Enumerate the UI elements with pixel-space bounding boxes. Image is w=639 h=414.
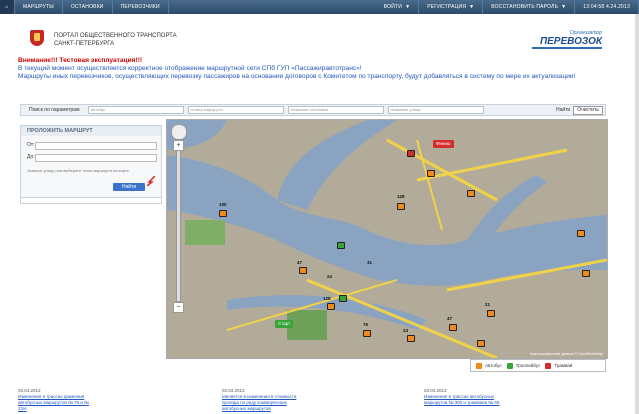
nav-carriers[interactable]: ПЕРЕВОЗЧИКИ <box>113 0 169 14</box>
nav-register-label: РЕГИСТРАЦИЯ <box>427 4 467 10</box>
portal-title-line1: ПОРТАЛ ОБЩЕСТВЕННОГО ТРАНСПОРТА <box>54 33 177 39</box>
coat-of-arms-icon <box>30 30 44 46</box>
bus-stop-marker[interactable] <box>407 335 415 342</box>
bus-stop-marker[interactable] <box>582 270 590 277</box>
bus-stop-marker[interactable] <box>219 210 227 217</box>
tram-stop-marker[interactable] <box>407 150 415 157</box>
city-map[interactable]: + − Финиш Старт 128 100 47 24 31 128 76 … <box>166 119 608 359</box>
nav-clock: 13:04:58 4.24.2013 <box>575 0 639 14</box>
from-input[interactable] <box>35 142 157 150</box>
bus-stop-marker[interactable] <box>427 170 435 177</box>
news-link[interactable]: Изменения в трассах автобусных маршрутов… <box>424 394 504 406</box>
route-planner-title: ПРОЛОЖИТЬ МАРШРУТ <box>21 126 161 136</box>
nav-login[interactable]: ВОЙТИ ▼ <box>376 0 420 14</box>
start-marker[interactable]: Старт <box>275 320 294 328</box>
legend-bus-label: Автобус <box>485 363 502 368</box>
bus-stop-marker[interactable] <box>327 303 335 310</box>
news-link[interactable]: Изменения в трассах движения автобусных … <box>18 394 98 412</box>
legend-tram-label: Трамвай <box>554 363 573 368</box>
legend-tram[interactable]: Трамвай <box>545 362 573 369</box>
notice-line-2: Маршруты иных перевозчиков, осуществляющ… <box>18 73 576 81</box>
map-legend: Автобус Троллейбус Трамвай <box>470 359 606 372</box>
portal-title: ПОРТАЛ ОБЩЕСТВЕННОГО ТРАНСПОРТА САНКТ-ПЕ… <box>54 32 177 48</box>
street-name-input[interactable]: Название улицы <box>387 106 484 114</box>
route-label: 100 <box>219 202 227 207</box>
route-label: 128 <box>397 194 405 199</box>
from-label: От: <box>27 142 35 148</box>
route-label: 24 <box>403 328 409 333</box>
route-label: 76 <box>363 322 369 327</box>
chevron-down-icon: ▼ <box>561 4 567 10</box>
to-label: До: <box>27 154 35 160</box>
bus-stop-marker[interactable] <box>397 203 405 210</box>
bus-stop-marker[interactable] <box>299 267 307 274</box>
tram-icon <box>545 362 552 369</box>
nav-restore-label: ВОССТАНОВИТЬ ПАРОЛЬ <box>491 4 559 10</box>
home-icon[interactable]: ⌂ <box>0 0 15 14</box>
zoom-slider[interactable] <box>176 150 181 302</box>
route-label: 31 <box>367 260 373 265</box>
route-planner-panel: ПРОЛОЖИТЬ МАРШРУТ От: До: Укажите улицу … <box>20 125 162 201</box>
news-item: 03.04.2013 Изменения в трассах движения … <box>18 388 98 412</box>
stop-name-input[interactable]: Название остановки <box>287 106 384 114</box>
carrier-organizer-logo[interactable]: Организатор ПЕРЕВОЗОК <box>532 30 602 52</box>
route-number-input[interactable]: Номер маршрута <box>187 106 284 114</box>
legend-trolleybus-label: Троллейбус <box>515 363 541 368</box>
route-label: 21 <box>485 302 491 307</box>
legend-trolleybus[interactable]: Троллейбус <box>506 362 541 369</box>
bus-stop-marker[interactable] <box>477 340 485 347</box>
zoom-out-button[interactable]: − <box>173 302 184 313</box>
chevron-down-icon: ▼ <box>469 4 475 10</box>
clear-button[interactable]: Очистить <box>573 105 603 115</box>
find-button[interactable]: Найти <box>553 107 573 113</box>
bus-stop-marker[interactable] <box>449 324 457 331</box>
transport-type-select[interactable]: Автобус <box>87 106 184 114</box>
test-notice: Внимание!!! Тестовая эксплуатация!!! В т… <box>18 57 618 82</box>
route-label: 47 <box>297 260 303 265</box>
nav-routes[interactable]: МАРШРУТЫ <box>15 0 63 14</box>
route-label: 24 <box>327 274 333 279</box>
nav-restore-password[interactable]: ВОССТАНОВИТЬ ПАРОЛЬ ▼ <box>483 0 576 14</box>
chevron-down-icon: ▼ <box>405 4 411 10</box>
nav-register[interactable]: РЕГИСТРАЦИЯ ▼ <box>419 0 484 14</box>
portal-title-line2: САНКТ-ПЕТЕРБУРГА <box>54 41 115 47</box>
map-background <box>167 120 607 358</box>
to-input[interactable] <box>35 154 157 162</box>
legend-bus[interactable]: Автобус <box>476 362 502 369</box>
warning-text: Внимание!!! Тестовая эксплуатация!!! <box>18 57 143 64</box>
top-navigation-bar: ⌂ МАРШРУТЫ ОСТАНОВКИ ПЕРЕВОЗЧИКИ ВОЙТИ ▼ … <box>0 0 639 14</box>
parameter-search-bar: Поиск по параметрам Автобус Номер маршру… <box>20 104 606 116</box>
page-scrollbar[interactable] <box>635 14 639 414</box>
news-item: 02.04.2013 Меняется в изменения в стоимо… <box>222 388 302 412</box>
bus-stop-marker[interactable] <box>363 330 371 337</box>
nav-login-label: ВОЙТИ <box>383 4 403 10</box>
map-pan-control[interactable] <box>171 124 187 140</box>
search-label: Поиск по параметрам <box>29 107 80 113</box>
site-header: ПОРТАЛ ОБЩЕСТВЕННОГО ТРАНСПОРТА САНКТ-ПЕ… <box>0 14 639 54</box>
news-link[interactable]: Меняется в изменения в стоимости проезда… <box>222 394 302 412</box>
route-hint: Укажите улицу или выберите точки маршрут… <box>27 168 129 173</box>
route-results-bar <box>20 197 162 204</box>
trolleybus-stop-marker[interactable] <box>337 242 345 249</box>
trolleybus-icon <box>506 362 513 369</box>
news-item: 03.04.2013 Изменения в трассах автобусны… <box>424 388 504 406</box>
route-label: 47 <box>447 316 453 321</box>
bus-stop-marker[interactable] <box>577 230 585 237</box>
finish-marker[interactable]: Финиш <box>433 140 454 148</box>
logo-main-text: ПЕРЕВОЗОК <box>532 36 602 49</box>
nav-stops[interactable]: ОСТАНОВКИ <box>63 0 113 14</box>
bus-stop-marker[interactable] <box>467 190 475 197</box>
map-copyright: Картографические данные © OpenStreetMap <box>530 352 603 356</box>
cursor-arrow-icon <box>146 176 156 186</box>
trolleybus-stop-marker[interactable] <box>339 295 347 302</box>
route-label: 128 <box>323 296 331 301</box>
build-route-button[interactable]: Найти <box>113 183 145 191</box>
bus-icon <box>476 362 482 369</box>
bus-stop-marker[interactable] <box>487 310 495 317</box>
